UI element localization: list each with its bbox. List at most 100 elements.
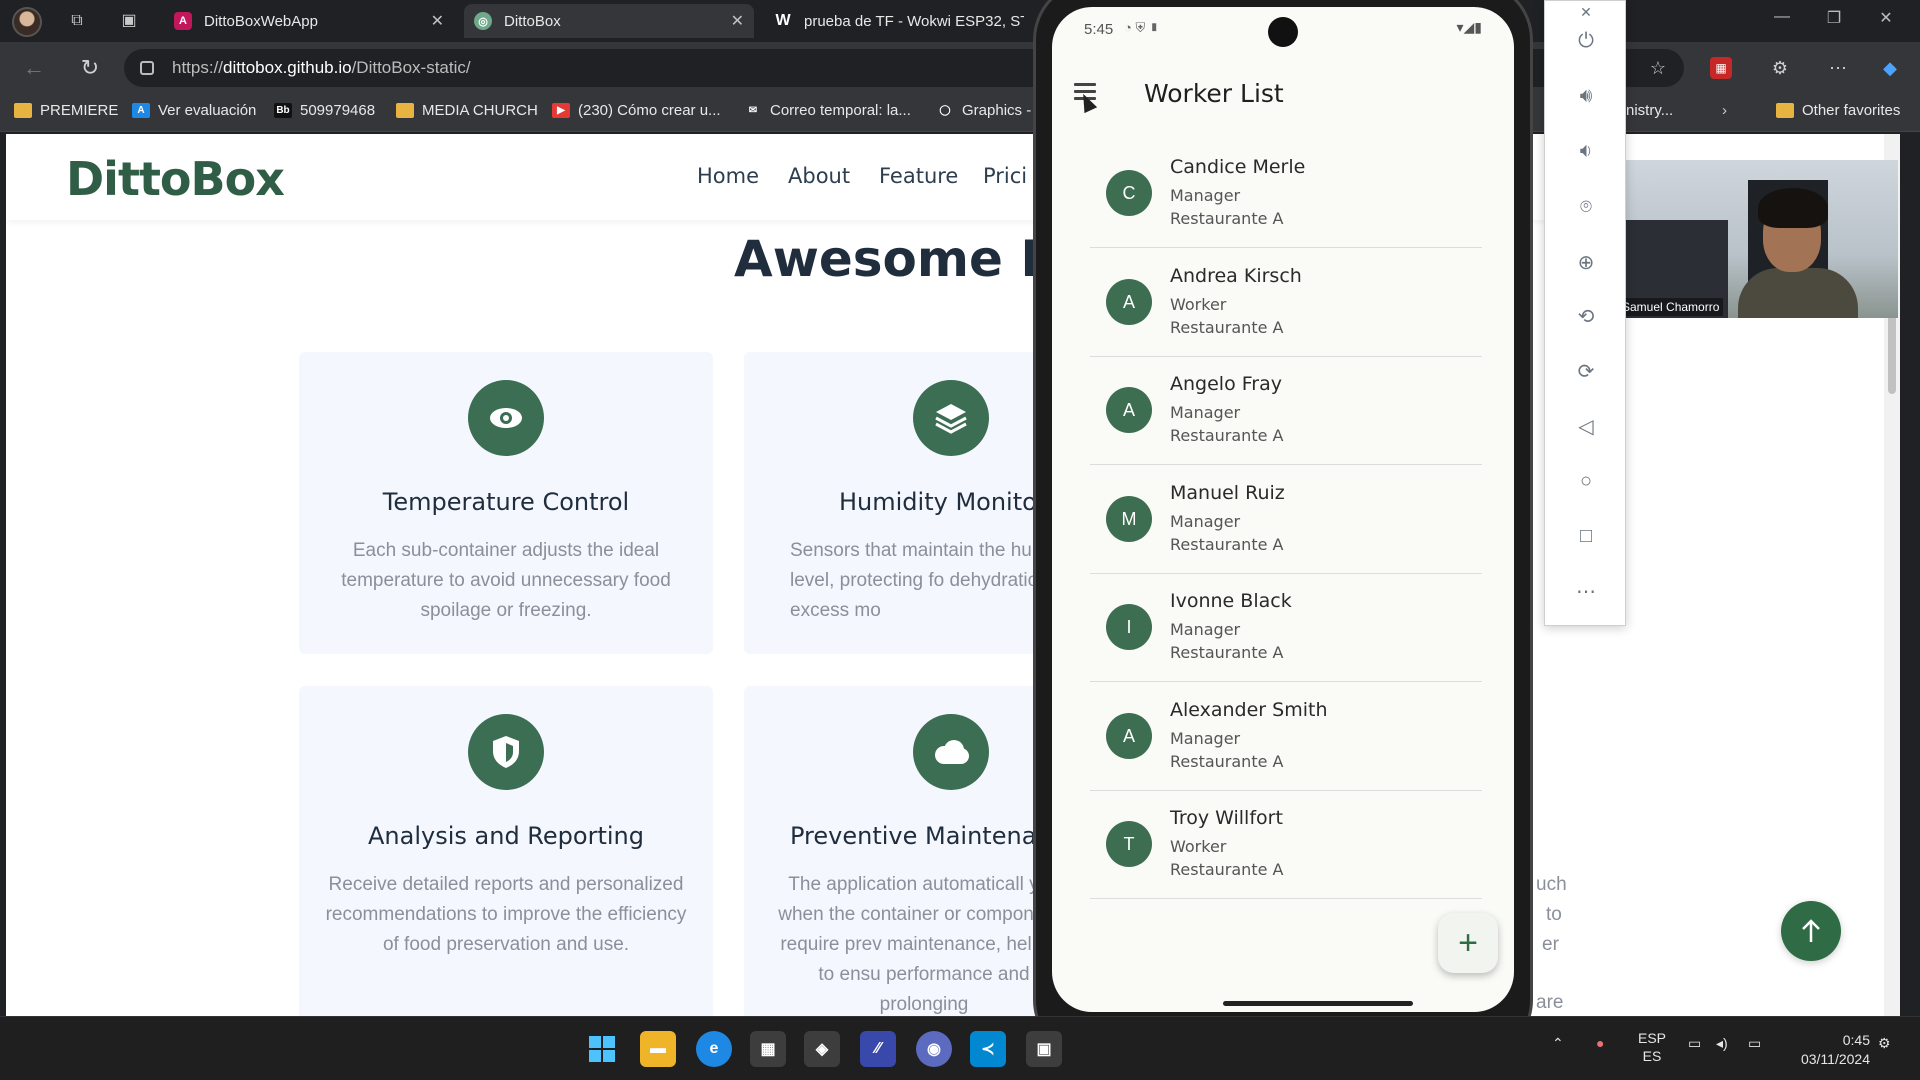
worker-role: Worker [1170,837,1227,856]
tab-dittobox[interactable]: ◎ DittoBox ✕ [464,4,754,38]
bookmark-graphics[interactable]: ◯ Graphics - [936,102,1031,119]
scrollbar-thumb[interactable] [1888,314,1896,394]
avatar: T [1106,821,1152,867]
chevron-right-icon[interactable]: › [1722,102,1727,119]
worker-list-item[interactable]: A Alexander Smith Manager Restaurante A [1090,683,1482,791]
tab-title: DittoBox [504,12,561,30]
visual-studio-icon[interactable]: ∕∕ [860,1031,896,1067]
worker-list-item[interactable]: A Angelo Fray Manager Restaurante A [1090,357,1482,465]
worker-name: Manuel Ruiz [1170,482,1285,504]
tab-title: DittoBoxWebApp [204,12,318,30]
battery-icon[interactable]: ▭ [1748,1035,1761,1052]
close-window-icon[interactable]: ✕ [1866,8,1906,28]
restore-icon[interactable]: ❐ [1814,8,1854,28]
close-icon[interactable]: ✕ [1571,0,1601,27]
bookmark-label: Ver evaluación [158,102,257,119]
android-studio-icon[interactable]: ▣ [1026,1031,1062,1067]
more-icon[interactable]: ⋯ [1571,576,1601,606]
reload-button[interactable]: ↻ [76,54,104,82]
extensions-puzzle-icon[interactable]: ⚙ [1766,54,1794,82]
discord-icon[interactable]: ◉ [916,1031,952,1067]
bookmark-youtube[interactable]: ▶ (230) Cómo crear u... [552,102,721,119]
edge-browser-icon[interactable]: e [696,1031,732,1067]
nav-about[interactable]: About [788,164,850,188]
phone-emulator: 5:45 ◔ ⛨ ▮ ▾◢▮ Worker List C Candice Mer… [1033,0,1533,1060]
worker-name: Candice Merle [1170,156,1306,178]
windows-start-icon[interactable] [584,1031,620,1067]
folder-icon [14,103,32,118]
rotate-right-icon[interactable]: ⟳ [1571,356,1601,386]
extension-icon[interactable]: ▦ [1710,57,1732,79]
front-camera [1268,17,1298,47]
more-menu-icon[interactable]: ⋯ [1824,54,1852,82]
status-bar: 5:45 ◔ ⛨ ▮ ▾◢▮ [1052,7,1514,53]
tab-wokwi[interactable]: W prueba de TF - Wokwi ESP32, STM [764,4,1034,38]
scroll-to-top-button[interactable] [1781,901,1841,961]
minimize-icon[interactable]: — [1762,8,1802,26]
workspaces-icon[interactable]: ⧉ [66,10,88,32]
worker-list-item[interactable]: C Candice Merle Manager Restaurante A [1090,140,1482,248]
bookmark-label: Correo temporal: la... [770,102,911,119]
bookmark-ministry[interactable]: nistry... [1626,102,1673,119]
folder-icon [1776,103,1794,118]
browser-tab-bar: ⧉ ▣ A DittoBoxWebApp ✕ ◎ DittoBox ✕ W pr… [0,0,1920,42]
worker-role: Manager [1170,620,1241,639]
folder-icon [396,103,414,118]
nav-home[interactable]: Home [697,164,759,188]
bookmark-bb[interactable]: Bb 509979468 [274,102,375,119]
tab-actions-icon[interactable]: ▣ [118,10,140,32]
windows-taskbar: ▬ e ▦ ◈ ∕∕ ◉ ≺ ▣ ⌃ ● ESP ES ▭ ◂) ▭ 0:45 … [0,1016,1920,1080]
worker-name: Angelo Fray [1170,373,1282,395]
bookmark-correo[interactable]: ✉ Correo temporal: la... [744,102,911,119]
bookmark-other-favorites[interactable]: Other favorites [1776,102,1900,119]
close-tab-icon[interactable]: ✕ [431,11,444,31]
file-explorer-icon[interactable]: ▬ [640,1031,676,1067]
copilot-icon[interactable]: ◆ [1876,54,1904,82]
home-circle-icon[interactable]: ○ [1571,466,1601,496]
a-logo-icon: A [132,103,150,118]
close-tab-icon[interactable]: ✕ [731,11,744,31]
microsoft-store-icon[interactable]: ▦ [750,1031,786,1067]
settings-gear-icon[interactable]: ⚙ [1878,1035,1891,1052]
network-icon[interactable]: ▭ [1688,1035,1701,1052]
worker-name: Andrea Kirsch [1170,265,1302,287]
site-logo[interactable]: DittoBox [66,152,285,206]
chevron-up-icon[interactable]: ⌃ [1552,1035,1564,1052]
bookmark-premiere[interactable]: PREMIERE [14,102,118,119]
unity-icon[interactable]: ◈ [804,1031,840,1067]
worker-name: Troy Willfort [1170,807,1283,829]
nav-pricing[interactable]: Prici [983,164,1027,188]
back-triangle-icon[interactable]: ◁ [1571,411,1601,441]
webcam-overlay: Samuel Chamorro [1618,160,1898,318]
system-clock[interactable]: 0:45 03/11/2024 [1801,1031,1870,1069]
power-icon[interactable]: ⏻ [1571,26,1601,56]
overview-square-icon[interactable]: □ [1571,521,1601,551]
back-button[interactable]: ← [20,54,48,82]
add-worker-button[interactable]: + [1438,913,1498,973]
camera-icon[interactable]: ⌾ [1571,192,1601,222]
zoom-icon[interactable]: ⊕ [1571,247,1601,277]
bookmark-media-church[interactable]: MEDIA CHURCH [396,102,538,119]
volume-up-icon[interactable]: 🔊︎ [1571,81,1601,111]
tab-dittoboxwebapp[interactable]: A DittoBoxWebApp ✕ [164,4,454,38]
card-description: Receive detailed reports and personalize… [325,874,687,955]
nav-feature[interactable]: Feature [879,164,958,188]
language-indicator[interactable]: ESP ES [1638,1029,1666,1065]
favorite-star-icon[interactable]: ☆ [1644,54,1672,82]
profile-avatar[interactable] [12,7,42,37]
bookmark-ver-evaluacion[interactable]: A Ver evaluación [132,102,256,119]
shield-icon [468,714,544,790]
card-description: The application automaticall you when th… [778,874,1070,1015]
vscode-icon[interactable]: ≺ [970,1031,1006,1067]
worker-list-item[interactable]: I Ivonne Black Manager Restaurante A [1090,574,1482,682]
worker-list-item[interactable]: M Manuel Ruiz Manager Restaurante A [1090,466,1482,574]
volume-icon[interactable]: ◂) [1716,1035,1728,1052]
gesture-home-bar[interactable] [1223,1001,1413,1006]
bookmark-label: Other favorites [1802,102,1901,119]
worker-list-item[interactable]: A Andrea Kirsch Worker Restaurante A [1090,249,1482,357]
microphone-icon[interactable]: ● [1596,1035,1604,1051]
volume-down-icon[interactable]: 🔉︎ [1571,136,1601,166]
rotate-left-icon[interactable]: ⟲ [1571,301,1601,331]
worker-list-item[interactable]: T Troy Willfort Worker Restaurante A [1090,791,1482,899]
card-fragment: er [1542,934,1559,955]
